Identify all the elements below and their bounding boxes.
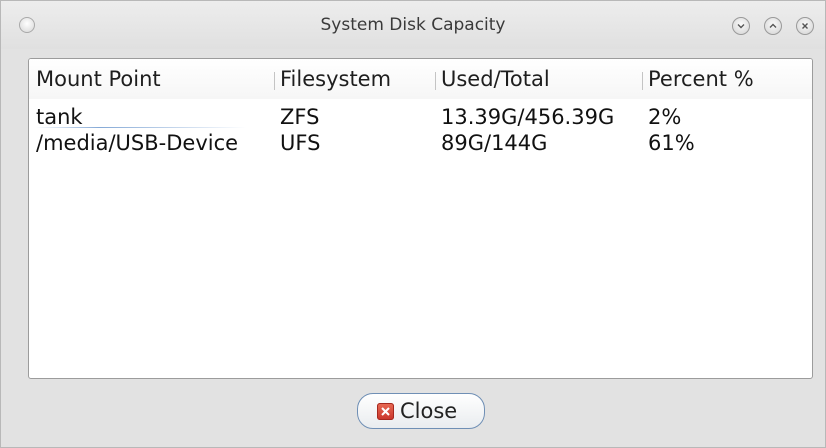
minimize-button[interactable] [732,17,750,35]
column-header-mount-point[interactable]: Mount Point [36,67,161,91]
cell-used-total: 89G/144G [441,131,548,155]
table-header: Mount Point Filesystem Used/Total Percen… [29,59,812,99]
cell-mount-point: tank [36,105,83,129]
column-separator[interactable] [274,72,275,90]
title-bar[interactable]: System Disk Capacity [1,1,825,49]
cell-filesystem: UFS [280,131,321,155]
close-x-icon [377,403,394,420]
chevron-up-icon [769,23,777,28]
chevron-down-icon [737,24,745,29]
close-button-label: Close [400,399,458,423]
column-header-percent[interactable]: Percent % [648,67,754,91]
column-header-used-total[interactable]: Used/Total [441,67,550,91]
close-button[interactable]: Close [357,393,485,429]
cell-filesystem: ZFS [280,105,320,129]
cell-used-total: 13.39G/456.39G [441,105,615,129]
x-icon [802,23,808,29]
table-row[interactable]: /media/USB-Device UFS 89G/144G 61% [29,131,812,155]
column-header-filesystem[interactable]: Filesystem [280,67,391,91]
row-focus-indicator [36,127,246,128]
column-separator[interactable] [642,72,643,90]
cell-percent: 2% [648,105,682,129]
cell-percent: 61% [648,131,695,155]
dialog-window: System Disk Capacity Mount Point Filesys… [0,0,826,448]
maximize-button[interactable] [764,17,782,35]
table-row[interactable]: tank ZFS 13.39G/456.39G 2% [29,105,812,129]
close-window-button[interactable] [796,17,814,35]
cell-mount-point: /media/USB-Device [36,131,239,155]
column-separator[interactable] [435,72,436,90]
disk-table[interactable]: Mount Point Filesystem Used/Total Percen… [28,58,813,379]
window-title: System Disk Capacity [320,15,506,35]
